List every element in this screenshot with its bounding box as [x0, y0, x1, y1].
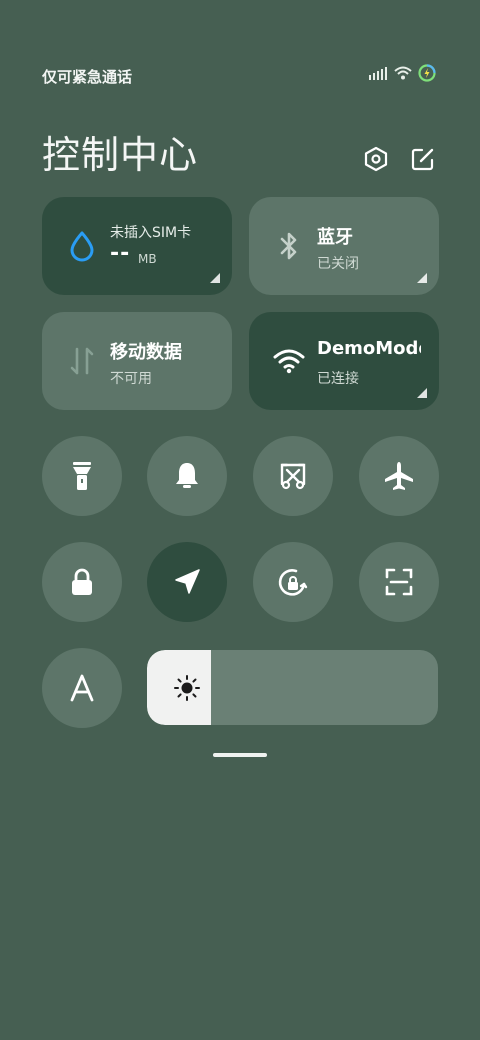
signal-icon — [369, 67, 387, 80]
lock-icon — [72, 568, 92, 595]
sun-icon — [174, 675, 200, 701]
close-handle-bar[interactable] — [213, 753, 267, 757]
rotation-lock-icon — [278, 569, 308, 596]
mobile-data-arrows-icon — [66, 345, 98, 377]
location-arrow-icon — [175, 569, 200, 594]
rotation-lock-toggle[interactable] — [253, 542, 333, 622]
flashlight-icon — [73, 462, 91, 490]
location-toggle[interactable] — [147, 542, 227, 622]
settings-hexagon-icon — [364, 146, 388, 172]
sim-status-text: 未插入SIM卡 — [110, 225, 192, 241]
edit-icon — [411, 148, 434, 171]
mobile-data-status: 不可用 — [110, 371, 152, 387]
page-title: 控制中心 — [42, 133, 199, 177]
settings-button[interactable] — [362, 145, 390, 173]
status-carrier-text: 仅可紧急通话 — [42, 68, 133, 86]
bluetooth-tile[interactable]: 蓝牙 已关闭 — [249, 197, 439, 295]
airplane-mode-toggle[interactable] — [359, 436, 439, 516]
edit-button[interactable] — [409, 145, 437, 173]
brightness-slider[interactable] — [147, 650, 438, 725]
wifi-tile[interactable]: DemoMode 已连接 — [249, 312, 439, 410]
scan-icon — [385, 568, 413, 596]
flashlight-toggle[interactable] — [42, 436, 122, 516]
bluetooth-icon — [273, 230, 305, 262]
expand-corner-icon — [417, 388, 427, 398]
screenshot-toggle[interactable] — [253, 436, 333, 516]
wifi-status: 已连接 — [317, 371, 359, 387]
auto-brightness-toggle[interactable] — [42, 648, 122, 728]
data-usage-value: -- — [110, 241, 131, 266]
status-icons — [368, 64, 436, 82]
water-drop-icon — [66, 230, 98, 262]
scissors-screenshot-icon — [280, 463, 306, 490]
scanner-toggle[interactable] — [359, 542, 439, 622]
lock-screen-toggle[interactable] — [42, 542, 122, 622]
expand-corner-icon — [210, 273, 220, 283]
mobile-data-label: 移动数据 — [110, 342, 182, 363]
battery-charging-icon — [418, 64, 436, 82]
wifi-status-icon — [394, 66, 412, 80]
wifi-icon — [273, 345, 305, 377]
silent-toggle[interactable] — [147, 436, 227, 516]
wifi-network-name: DemoMode — [317, 338, 421, 359]
bluetooth-status: 已关闭 — [317, 256, 359, 272]
auto-brightness-a-icon — [70, 674, 94, 702]
airplane-icon — [385, 462, 413, 490]
mobile-data-tile[interactable]: 移动数据 不可用 — [42, 312, 232, 410]
bluetooth-label: 蓝牙 — [317, 227, 353, 248]
data-usage-unit: MB — [138, 252, 157, 266]
bell-icon — [176, 463, 198, 488]
expand-corner-icon — [417, 273, 427, 283]
data-usage-tile[interactable]: 未插入SIM卡 -- MB — [42, 197, 232, 295]
